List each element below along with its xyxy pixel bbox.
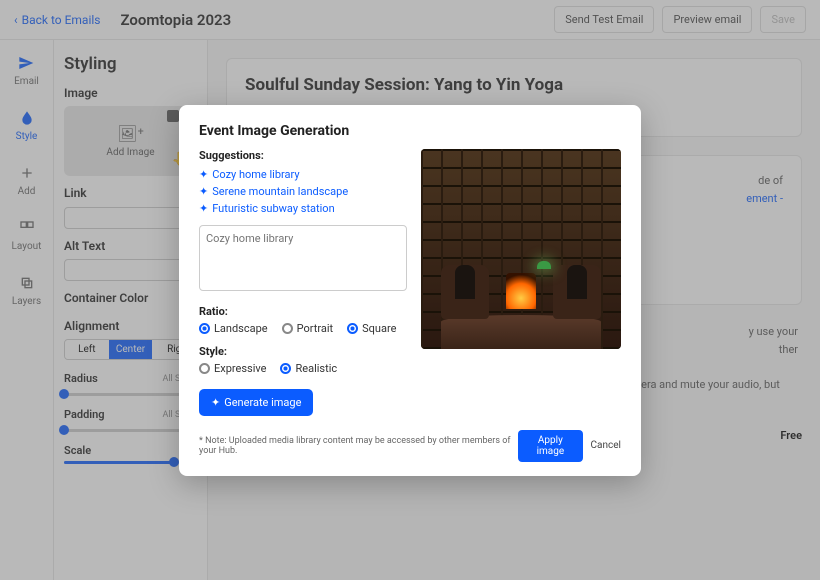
ratio-portrait[interactable]: Portrait bbox=[282, 322, 334, 335]
generated-image-preview bbox=[421, 149, 621, 349]
style-label: Style: bbox=[199, 345, 407, 358]
sparkle-icon: ✦ bbox=[199, 202, 208, 215]
apply-image-button[interactable]: Apply image bbox=[518, 430, 582, 462]
style-realistic[interactable]: Realistic bbox=[280, 362, 337, 375]
suggestion-2[interactable]: ✦Serene mountain landscape bbox=[199, 183, 407, 200]
ratio-landscape[interactable]: Landscape bbox=[199, 322, 268, 335]
suggestion-1[interactable]: ✦Cozy home library bbox=[199, 166, 407, 183]
prompt-input[interactable] bbox=[199, 225, 407, 291]
generate-image-button[interactable]: ✦Generate image bbox=[199, 389, 313, 416]
ratio-label: Ratio: bbox=[199, 305, 407, 318]
modal-overlay: Event Image Generation Suggestions: ✦Coz… bbox=[0, 0, 820, 580]
sparkle-icon: ✦ bbox=[199, 185, 208, 198]
modal-footnote: * Note: Uploaded media library content m… bbox=[199, 436, 518, 456]
cancel-button[interactable]: Cancel bbox=[591, 440, 621, 451]
ratio-square[interactable]: Square bbox=[347, 322, 396, 335]
style-expressive[interactable]: Expressive bbox=[199, 362, 266, 375]
sparkle-icon: ✦ bbox=[211, 396, 220, 409]
image-generation-modal: Event Image Generation Suggestions: ✦Coz… bbox=[179, 105, 641, 476]
suggestion-3[interactable]: ✦Futuristic subway station bbox=[199, 200, 407, 217]
modal-title: Event Image Generation bbox=[199, 123, 621, 139]
sparkle-icon: ✦ bbox=[199, 168, 208, 181]
suggestions-label: Suggestions: bbox=[199, 149, 407, 162]
